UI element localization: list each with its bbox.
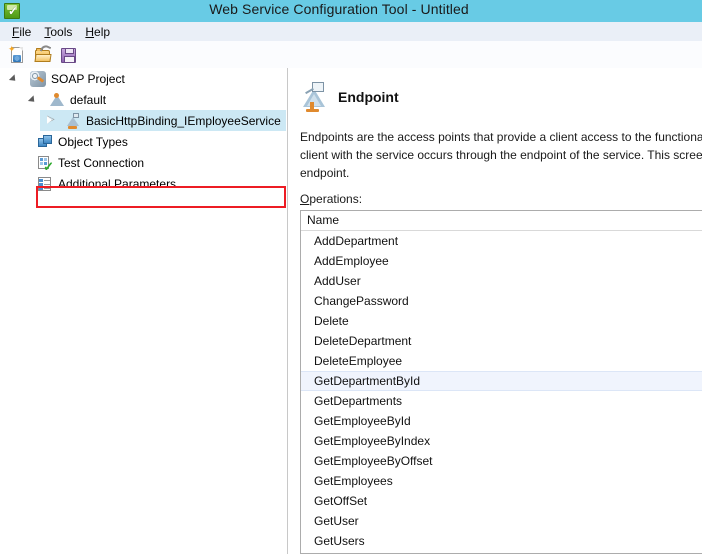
- page-title: Endpoint: [338, 89, 399, 105]
- tree-node-soap-project[interactable]: SOAP Project: [0, 68, 287, 89]
- operations-list-body: AddDepartment AddEmployee AddUser Change…: [301, 231, 702, 551]
- default-binding-icon: [49, 92, 65, 108]
- list-item[interactable]: DeleteDepartment: [301, 331, 702, 351]
- menu-file-rest: ile: [19, 24, 32, 39]
- tree-node-default[interactable]: default: [0, 89, 287, 110]
- list-item[interactable]: GetEmployeeByOffset: [301, 451, 702, 471]
- list-item[interactable]: ChangePassword: [301, 291, 702, 311]
- window-title: Web Service Configuration Tool - Untitle…: [209, 1, 469, 17]
- project-tree-panel: SOAP Project default ▷ BasicHttpBinding_…: [0, 68, 287, 554]
- tree-node-label: Additional Parameters: [58, 176, 177, 191]
- expander-none-icon: [24, 135, 37, 148]
- tree-node-label: BasicHttpBinding_IEmployeeService: [86, 113, 281, 128]
- tree-node-label: Test Connection: [58, 155, 145, 170]
- endpoint-header: Endpoint: [300, 82, 399, 112]
- endpoint-description: Endpoints are the access points that pro…: [300, 130, 702, 180]
- list-item[interactable]: GetEmployeeByIndex: [301, 431, 702, 451]
- tree-node-label: default: [70, 92, 107, 107]
- operations-label-rest: perations:: [309, 192, 363, 206]
- tree-node-test-connection[interactable]: ✓ Test Connection: [0, 152, 287, 173]
- menu-help-accel: H: [85, 24, 95, 39]
- tool-bar: ✦: [0, 41, 702, 68]
- column-header-name[interactable]: Name: [301, 211, 702, 230]
- tree-node-object-types[interactable]: Object Types: [0, 131, 287, 152]
- endpoint-binding-icon: [65, 112, 81, 129]
- operations-list-view[interactable]: Name AddDepartment AddEmployee AddUser C…: [300, 210, 702, 554]
- soap-project-icon: [30, 70, 46, 87]
- expander-expanded-icon[interactable]: [28, 93, 41, 106]
- menu-bar: File Tools Help: [0, 22, 702, 41]
- expander-expanded-icon[interactable]: [9, 72, 22, 85]
- test-connection-icon: ✓: [37, 155, 54, 173]
- tree-node-label: Object Types: [58, 134, 128, 149]
- list-item-selected[interactable]: GetDepartmentById: [301, 371, 702, 391]
- list-item[interactable]: AddDepartment: [301, 231, 702, 251]
- open-project-button[interactable]: [32, 42, 54, 66]
- save-floppy-icon: [61, 47, 76, 63]
- operations-label: Operations:: [300, 192, 362, 206]
- endpoint-icon: [300, 82, 330, 112]
- expander-none-icon: [24, 177, 37, 190]
- operations-list-header: Name: [301, 211, 702, 231]
- list-item[interactable]: GetEmployees: [301, 471, 702, 491]
- list-item[interactable]: AddUser: [301, 271, 702, 291]
- web-service-configuration-tool-window: Web Service Configuration Tool - Untitle…: [0, 0, 702, 554]
- tree-node-label: SOAP Project: [51, 71, 125, 86]
- menu-tools-rest: ools: [50, 24, 73, 39]
- operations-label-accel: O: [300, 192, 310, 206]
- expander-none-icon: [24, 156, 37, 169]
- list-item[interactable]: GetUsers: [301, 531, 702, 551]
- title-bar: Web Service Configuration Tool - Untitle…: [0, 0, 702, 22]
- menu-item-tools[interactable]: Tools: [38, 24, 79, 40]
- save-project-button[interactable]: [57, 44, 79, 66]
- list-item[interactable]: GetUser: [301, 511, 702, 531]
- menu-help-rest: elp: [94, 24, 111, 39]
- additional-parameters-icon: [37, 176, 53, 192]
- list-item[interactable]: GetOffSet: [301, 491, 702, 511]
- tree-node-basichttpbinding-iemployeeservice[interactable]: ▷ BasicHttpBinding_IEmployeeService: [0, 110, 287, 131]
- new-star-icon: ✦: [8, 43, 16, 54]
- object-types-icon: [37, 134, 53, 150]
- new-project-button[interactable]: ✦: [7, 44, 29, 66]
- menu-item-help[interactable]: Help: [79, 24, 117, 40]
- tree-node-additional-parameters[interactable]: Additional Parameters: [0, 173, 287, 194]
- list-item[interactable]: AddEmployee: [301, 251, 702, 271]
- list-item[interactable]: GetDepartments: [301, 391, 702, 411]
- list-item[interactable]: DeleteEmployee: [301, 351, 702, 371]
- list-item[interactable]: GetEmployeeById: [301, 411, 702, 431]
- list-item[interactable]: Delete: [301, 311, 702, 331]
- expander-collapsed-icon[interactable]: ▷: [44, 114, 57, 127]
- endpoint-detail-panel: Endpoint Endpoints are the access points…: [288, 68, 702, 554]
- menu-item-file[interactable]: File: [6, 24, 38, 40]
